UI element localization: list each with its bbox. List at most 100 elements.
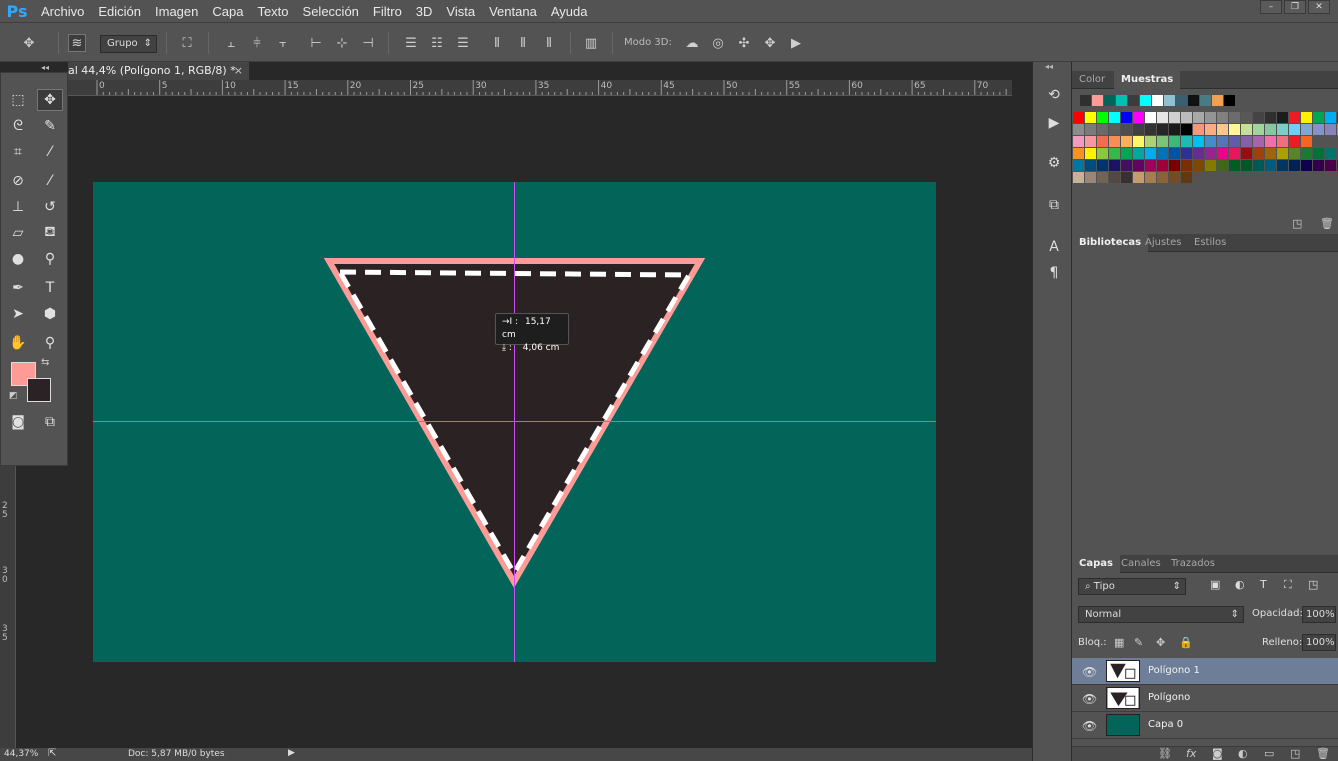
color-swatch[interactable] <box>1121 148 1132 159</box>
color-swatch[interactable] <box>1265 160 1276 171</box>
clone-stamp-tool-icon[interactable]: ⊥ <box>5 196 31 218</box>
color-swatch[interactable] <box>1085 136 1096 147</box>
color-swatch[interactable] <box>1241 112 1252 123</box>
lock-pixels-icon[interactable]: ✎ <box>1134 636 1143 649</box>
color-swatch[interactable] <box>1253 124 1264 135</box>
color-swatch[interactable] <box>1073 148 1084 159</box>
color-swatch[interactable] <box>1205 124 1216 135</box>
swap-colors-icon[interactable]: ⇆ <box>41 357 49 368</box>
visibility-eye-icon[interactable]: 👁 <box>1082 719 1097 733</box>
recent-swatch[interactable] <box>1080 95 1091 106</box>
layer-row[interactable]: 👁 Polígono 1 <box>1072 658 1338 685</box>
zoom-tool-icon[interactable]: ⚲ <box>37 332 63 354</box>
tab-ajustes[interactable]: Ajustes <box>1138 234 1188 252</box>
color-swatch[interactable] <box>1157 172 1168 183</box>
color-swatch[interactable] <box>1133 160 1144 171</box>
link-layers-icon[interactable]: ⛓ <box>1158 747 1172 760</box>
recent-swatch[interactable] <box>1200 95 1211 106</box>
color-swatch[interactable] <box>1121 160 1132 171</box>
color-swatch[interactable] <box>1145 112 1156 123</box>
color-swatch[interactable] <box>1277 160 1288 171</box>
delete-layer-icon[interactable]: 🗑 <box>1316 747 1330 760</box>
layer-style-fx-icon[interactable]: fx <box>1186 747 1196 760</box>
color-swatch[interactable] <box>1313 148 1324 159</box>
color-swatch[interactable] <box>1289 112 1300 123</box>
color-swatch[interactable] <box>1145 148 1156 159</box>
brush-tool-icon[interactable]: ⁄ <box>37 170 63 192</box>
color-swatch[interactable] <box>1205 148 1216 159</box>
menu-3d[interactable]: 3D <box>416 4 433 19</box>
tab-capas[interactable]: Capas <box>1072 555 1120 573</box>
close-window-button[interactable]: ✕ <box>1308 0 1330 14</box>
close-tab-icon[interactable]: × <box>234 62 243 79</box>
color-swatch[interactable] <box>1229 124 1240 135</box>
color-swatch[interactable] <box>1241 160 1252 171</box>
polygon-tool-icon[interactable]: ⬢ <box>37 303 63 325</box>
layer-row[interactable]: 👁 Polígono <box>1072 685 1338 712</box>
color-swatch[interactable] <box>1193 112 1204 123</box>
color-swatch[interactable] <box>1241 124 1252 135</box>
color-swatch[interactable] <box>1169 136 1180 147</box>
collapse-toolbox-icon[interactable]: ◂◂ <box>41 63 49 72</box>
character-panel-icon[interactable]: A <box>1043 236 1065 258</box>
recent-swatch[interactable] <box>1104 95 1115 106</box>
distribute-hcenter-icon[interactable]: ⦀ <box>514 34 532 52</box>
tab-estilos[interactable]: Estilos <box>1187 234 1233 252</box>
auto-select-dropdown[interactable]: Grupo ⇕ <box>100 35 157 53</box>
tab-color[interactable]: Color <box>1072 71 1112 89</box>
actions-panel-icon[interactable]: ▶ <box>1043 112 1065 134</box>
color-swatch[interactable] <box>1241 148 1252 159</box>
color-swatch[interactable] <box>1301 124 1312 135</box>
menu-filtro[interactable]: Filtro <box>373 4 402 19</box>
color-swatch[interactable] <box>1181 136 1192 147</box>
color-swatch[interactable] <box>1097 112 1108 123</box>
distribute-right-icon[interactable]: ⦀ <box>540 34 558 52</box>
opacity-input[interactable]: 100% <box>1302 606 1336 623</box>
color-swatch[interactable] <box>1217 124 1228 135</box>
marquee-tool-icon[interactable]: ⬚ <box>5 89 31 111</box>
color-swatch[interactable] <box>1205 112 1216 123</box>
color-swatch[interactable] <box>1181 124 1192 135</box>
color-swatch[interactable] <box>1181 172 1192 183</box>
restore-button[interactable]: ❐ <box>1284 0 1306 14</box>
recent-swatch[interactable] <box>1092 95 1103 106</box>
dodge-tool-icon[interactable]: ⚲ <box>37 248 63 270</box>
recent-swatch[interactable] <box>1140 95 1151 106</box>
color-swatch[interactable] <box>1109 148 1120 159</box>
slide-3d-icon[interactable]: ✥ <box>761 34 779 52</box>
tab-trazados[interactable]: Trazados <box>1164 555 1222 573</box>
color-swatch[interactable] <box>1109 112 1120 123</box>
color-swatch[interactable] <box>1241 136 1252 147</box>
color-swatch[interactable] <box>1157 124 1168 135</box>
distribute-vcenter-icon[interactable]: ☷ <box>428 34 446 52</box>
color-swatch[interactable] <box>1145 172 1156 183</box>
color-swatch[interactable] <box>1277 112 1288 123</box>
color-swatch[interactable] <box>1313 160 1324 171</box>
recent-swatch[interactable] <box>1188 95 1199 106</box>
color-swatch[interactable] <box>1073 172 1084 183</box>
delete-swatch-icon[interactable]: 🗑 <box>1320 217 1334 230</box>
color-swatch[interactable] <box>1085 172 1096 183</box>
color-swatch[interactable] <box>1193 136 1204 147</box>
color-swatch[interactable] <box>1097 148 1108 159</box>
align-left-icon[interactable]: ⊢ <box>307 34 325 52</box>
color-swatch[interactable] <box>1169 148 1180 159</box>
zoom-level[interactable]: 44,37% <box>4 749 38 759</box>
menu-archivo[interactable]: Archivo <box>41 4 84 19</box>
color-swatch[interactable] <box>1169 124 1180 135</box>
filter-shape-icon[interactable]: ⛶ <box>1284 578 1292 592</box>
color-swatch[interactable] <box>1325 112 1336 123</box>
history-panel-icon[interactable]: ⟲ <box>1043 84 1065 106</box>
color-swatch[interactable] <box>1109 172 1120 183</box>
color-swatch[interactable] <box>1289 160 1300 171</box>
color-swatch[interactable] <box>1229 148 1240 159</box>
new-group-icon[interactable]: ▭ <box>1264 747 1274 760</box>
color-swatch[interactable] <box>1193 148 1204 159</box>
color-swatch[interactable] <box>1133 136 1144 147</box>
color-swatch[interactable] <box>1325 148 1336 159</box>
color-swatch[interactable] <box>1181 148 1192 159</box>
recent-swatch[interactable] <box>1176 95 1187 106</box>
color-swatch[interactable] <box>1205 160 1216 171</box>
vertical-guide[interactable] <box>514 182 515 662</box>
filter-smart-object-icon[interactable]: ◳ <box>1308 578 1318 591</box>
